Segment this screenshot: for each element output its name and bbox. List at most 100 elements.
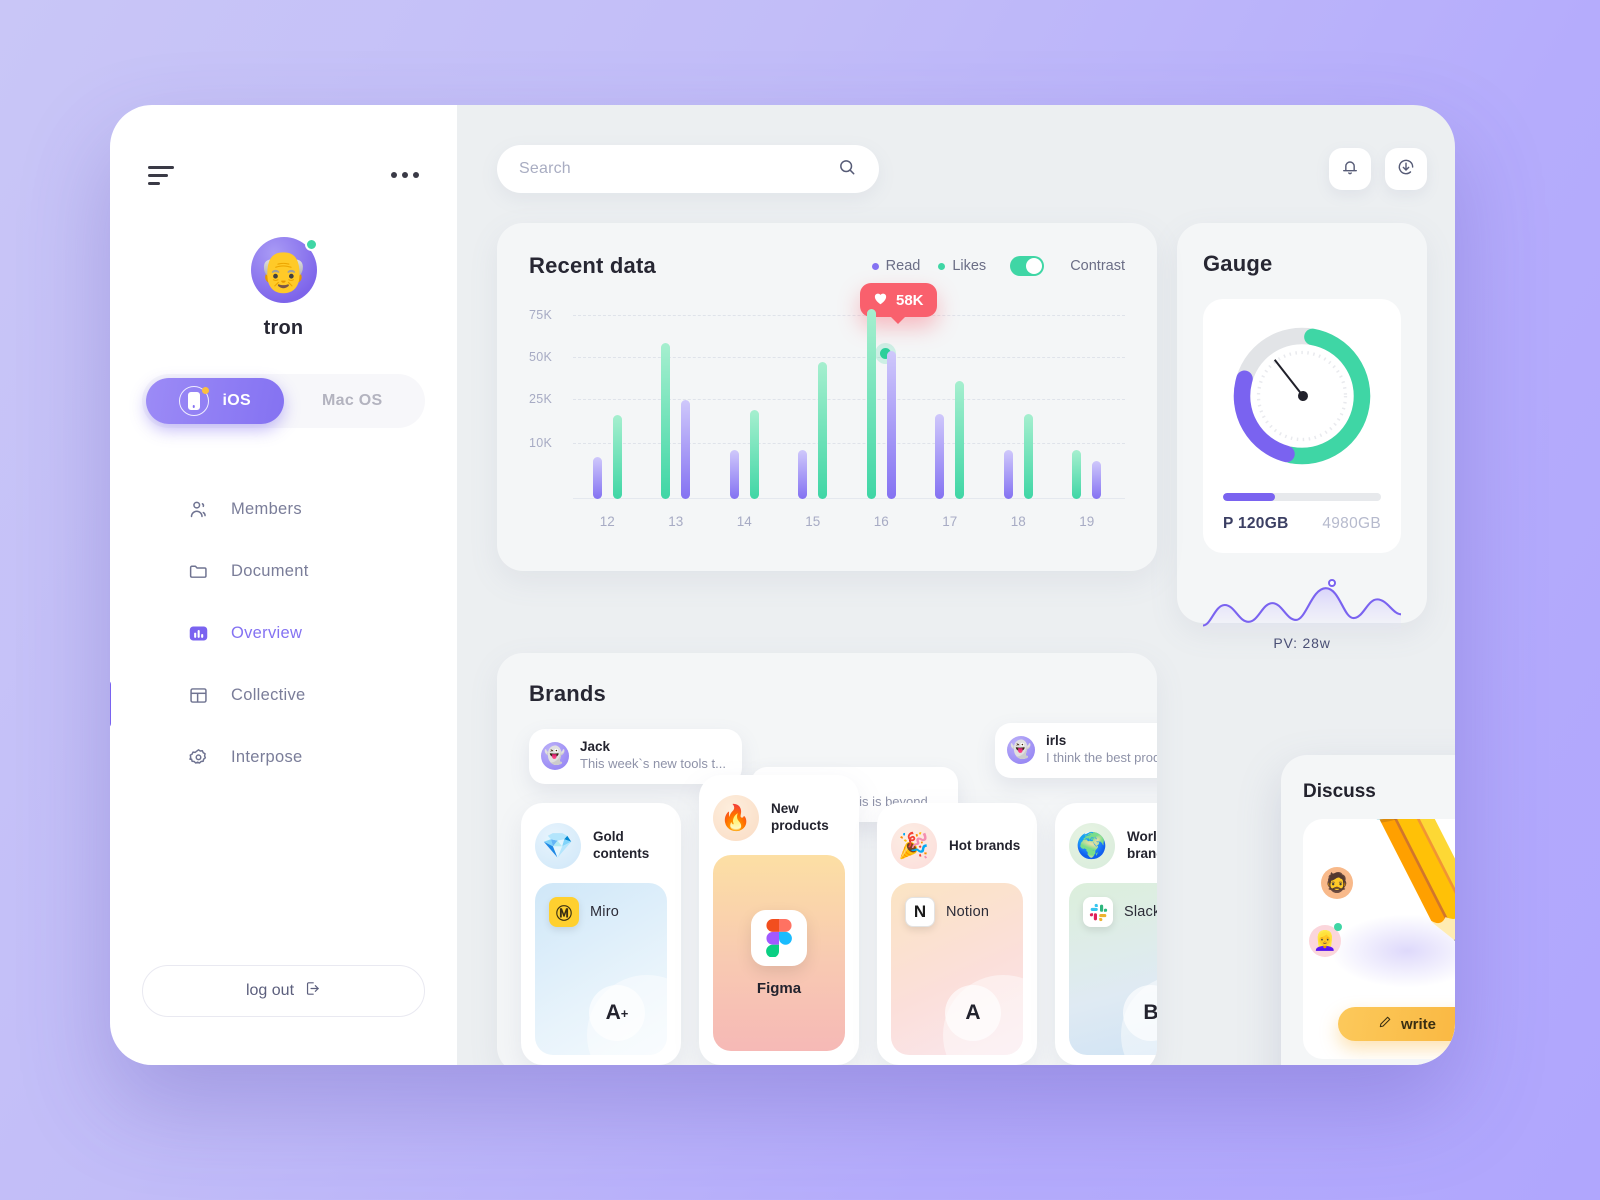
search-bar[interactable] [497, 145, 879, 193]
discuss-illustration: ✏️ 🧔 👩 👱‍♀️ write [1303, 819, 1455, 1059]
download-button[interactable] [1385, 148, 1427, 190]
search-icon[interactable] [837, 157, 857, 182]
sidebar-item-interpose[interactable]: Interpose [110, 726, 457, 788]
brand-card-title: Gold contents [593, 829, 650, 861]
hamburger-icon[interactable] [148, 165, 174, 185]
app-window: 👴 tron iOS Mac OS Members Document Overv… [110, 105, 1455, 1065]
brand-card[interactable]: 🔥 New products Figma [699, 775, 859, 1065]
bar-likes[interactable] [661, 343, 671, 499]
bar-read[interactable] [886, 350, 896, 499]
segment-macos[interactable]: Mac OS [284, 378, 422, 424]
bar-group[interactable]: 18 [984, 309, 1053, 529]
bar-read[interactable] [798, 449, 808, 499]
logout-button[interactable]: log out [142, 965, 425, 1017]
discuss-card: Discuss ✏️ 🧔 👩 👱‍♀️ write + [1281, 755, 1455, 1065]
app-row: N Notion [905, 897, 1009, 927]
chat-bubble[interactable]: 👻 Jack This week`s new tools t... [529, 729, 742, 784]
bar-group[interactable]: 14 [710, 309, 779, 529]
bar-read[interactable] [681, 400, 691, 499]
x-tick-label: 14 [736, 514, 752, 529]
notion-logo-icon: N [905, 897, 935, 927]
grade-badge: B [1123, 985, 1157, 1041]
write-label: write [1400, 1015, 1436, 1033]
chat-bubble[interactable]: 👻 irls I think the best product... [995, 723, 1157, 778]
gauge-title: Gauge [1203, 251, 1273, 276]
brand-cards: 💎 Gold contents Ⓜ Miro A + 🔥 New product… [521, 775, 1157, 1065]
bar-read[interactable] [1092, 461, 1102, 499]
brand-card-header: 💎 Gold contents [535, 817, 667, 875]
bar-likes[interactable] [866, 309, 876, 499]
sidebar-item-label: Document [231, 561, 309, 580]
bar-likes[interactable] [1072, 449, 1082, 499]
app-row: Ⓜ Miro [549, 897, 653, 927]
bar-groups: 12 13 14 15 16 17 18 19 [573, 309, 1122, 529]
bar-group[interactable]: 17 [916, 309, 985, 529]
segment-ios[interactable]: iOS [146, 378, 284, 424]
contrast-toggle[interactable] [1010, 256, 1045, 276]
tooltip-value: 58K [896, 291, 924, 309]
notifications-button[interactable] [1329, 148, 1371, 190]
avatar[interactable]: 👴 [250, 237, 318, 303]
bar-likes[interactable] [955, 381, 965, 499]
app-name: Slack [1124, 904, 1157, 920]
bar-likes[interactable] [749, 409, 759, 499]
bar-likes[interactable] [1023, 413, 1033, 499]
bar-likes[interactable] [818, 362, 828, 499]
gauge-dial [1227, 321, 1377, 471]
topbar-actions [1329, 148, 1427, 190]
bell-icon [1340, 157, 1360, 182]
sidebar-item-label: Overview [231, 623, 303, 642]
platform-segmented-control: iOS Mac OS [142, 374, 425, 428]
contrast-toggle-label: Contrast [1070, 258, 1125, 274]
brand-card[interactable]: 🎉 Hot brands N Notion A [877, 803, 1037, 1065]
bar-read[interactable] [592, 457, 602, 499]
slack-logo-icon [1083, 897, 1113, 927]
brand-card[interactable]: 💎 Gold contents Ⓜ Miro A + [521, 803, 681, 1065]
brand-card-title: World brands [1127, 829, 1157, 861]
write-button[interactable]: write [1338, 1007, 1455, 1041]
bar-read[interactable] [729, 449, 739, 499]
bar-likes[interactable] [612, 415, 622, 499]
miro-logo-icon: Ⓜ [549, 897, 579, 927]
bar-group[interactable]: 12 [573, 309, 642, 529]
sidebar-nav: Members Document Overview Collective Int… [110, 478, 457, 788]
bar-group[interactable]: 16 [847, 309, 916, 529]
bar-group[interactable]: 13 [642, 309, 711, 529]
chat-message: This week`s new tools t... [580, 755, 726, 771]
sidebar-item-members[interactable]: Members [110, 478, 457, 540]
online-status-dot [304, 238, 318, 251]
brand-card-header: 🌍 World brands [1069, 817, 1157, 875]
storage-progress-bar [1223, 493, 1381, 501]
grade-badge: A [945, 985, 1001, 1041]
sidebar-item-collective[interactable]: Collective [110, 664, 457, 726]
main-content: Recent data Read Likes Contrast [457, 105, 1455, 1065]
bar-group[interactable]: 19 [1053, 309, 1122, 529]
gear-icon [188, 747, 209, 768]
more-dots-icon[interactable] [391, 172, 419, 178]
fire-icon: 🔥 [713, 795, 759, 841]
bar-chart: 75K 50K 25K 10K 58K 12 13 14 15 16 17 18… [529, 283, 1125, 539]
sidebar-item-overview[interactable]: Overview [110, 602, 457, 664]
sidebar: 👴 tron iOS Mac OS Members Document Overv… [110, 105, 457, 1065]
diamond-icon: 💎 [535, 823, 581, 869]
brand-card[interactable]: 🌍 World brands [1055, 803, 1157, 1065]
pencil-icon [1378, 1015, 1392, 1033]
bar-read[interactable] [1003, 449, 1013, 499]
party-popper-icon: 🎉 [891, 823, 937, 869]
brand-card-title: New products [771, 801, 829, 833]
app-name: Figma [756, 979, 802, 997]
online-status-dot [1334, 923, 1342, 931]
bar-read[interactable] [935, 413, 945, 499]
x-tick-label: 12 [599, 514, 615, 529]
sidebar-item-document[interactable]: Document [110, 540, 457, 602]
page-title: Recent data [529, 253, 656, 278]
avatar-emoji: 👻 [1010, 739, 1032, 759]
globe-icon: 🌍 [1069, 823, 1115, 869]
bar-group[interactable]: 15 [779, 309, 848, 529]
x-tick-label: 16 [873, 514, 889, 529]
search-input[interactable] [519, 160, 819, 178]
storage-values: P 120GB 4980GB [1223, 515, 1381, 533]
segment-macos-label: Mac OS [322, 392, 383, 409]
avatar: 👻 [541, 741, 569, 770]
discuss-title: Discuss [1303, 781, 1376, 802]
